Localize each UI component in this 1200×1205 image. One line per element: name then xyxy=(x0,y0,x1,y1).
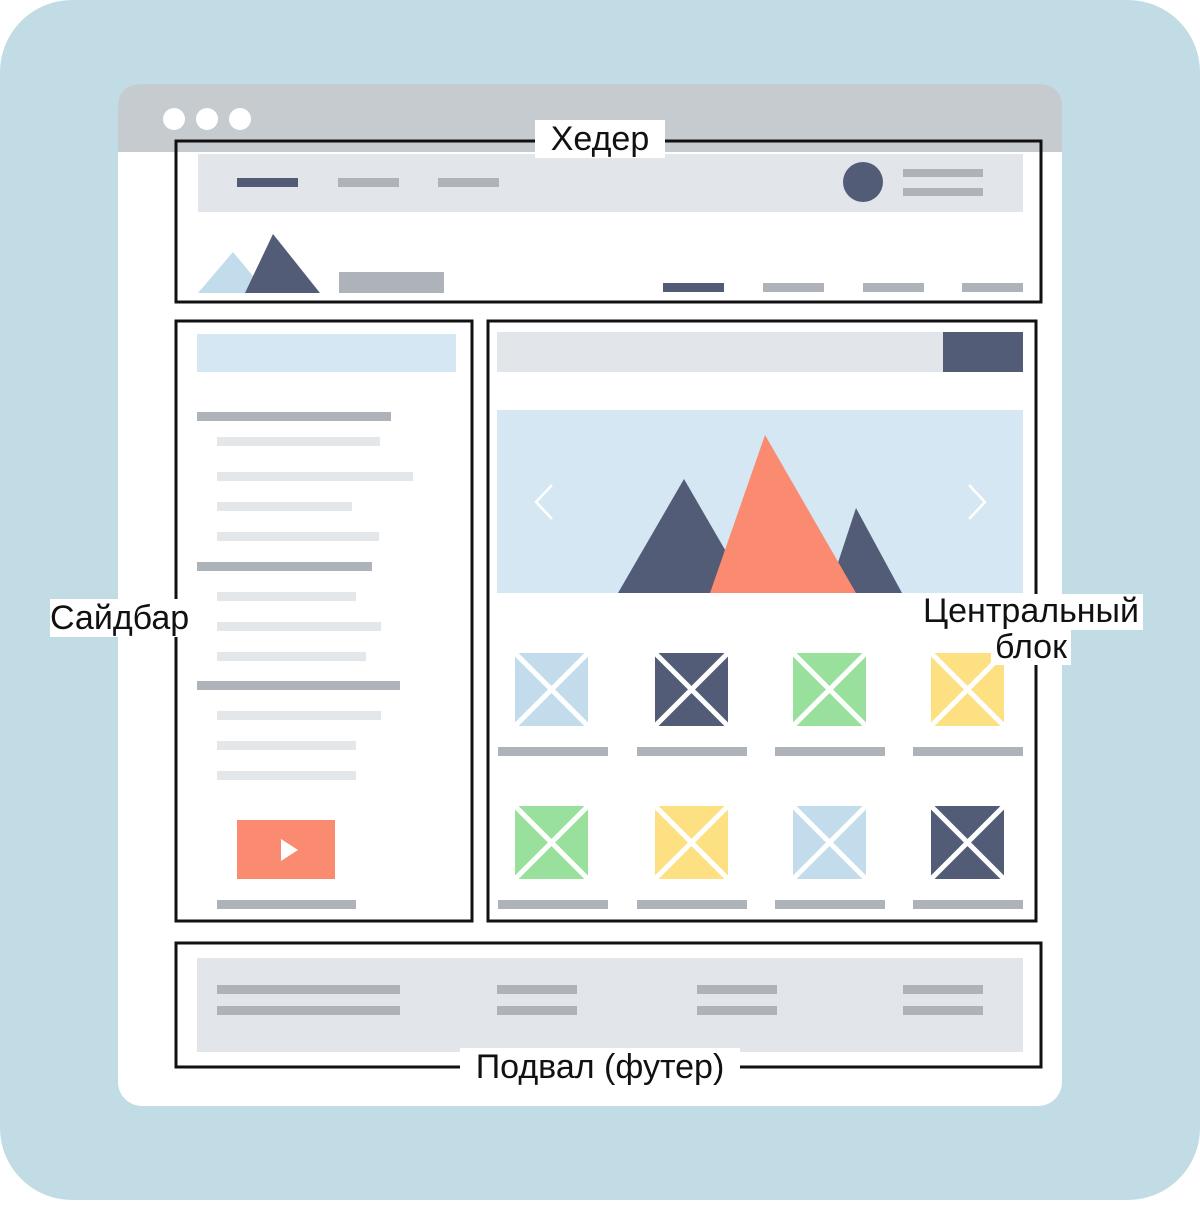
wireframe-illustration: Хедер Сайдбар Центральный блок Подвал (фу… xyxy=(0,0,1200,1200)
video-caption-line xyxy=(217,900,356,909)
main-search-button xyxy=(943,332,1023,372)
sidebar-link xyxy=(217,532,379,541)
top-nav-item xyxy=(237,178,298,187)
footer-link-line xyxy=(697,985,777,994)
sidebar-link xyxy=(217,622,381,631)
sidebar-link xyxy=(217,592,356,601)
thumbnail-caption xyxy=(775,747,885,756)
footer-link-line xyxy=(903,1006,983,1015)
thumbnail-caption xyxy=(637,747,747,756)
footer-region xyxy=(197,958,1023,1052)
sidebar-group-heading xyxy=(197,562,372,571)
user-name-line xyxy=(903,169,983,177)
sidebar-group-heading xyxy=(197,681,400,690)
thumbnail-caption xyxy=(498,900,608,909)
footer-label: Подвал (футер) xyxy=(0,1048,1200,1086)
top-nav-item xyxy=(438,178,499,187)
sidebar-search-bar xyxy=(197,334,456,372)
footer-link-line xyxy=(497,1006,577,1015)
footer-label-text: Подвал (футер) xyxy=(459,1048,741,1086)
main-search-bar xyxy=(497,332,943,372)
sidebar-link xyxy=(217,711,381,720)
thumbnail-caption xyxy=(498,747,608,756)
sidebar-link xyxy=(217,472,413,481)
menu-item xyxy=(962,283,1023,292)
main-label-line2: блок xyxy=(991,629,1071,666)
header-label: Хедер xyxy=(0,120,1200,158)
footer-link-line xyxy=(697,1006,777,1015)
header-label-text: Хедер xyxy=(534,120,666,158)
footer-link-line xyxy=(497,985,577,994)
top-nav-item xyxy=(338,178,399,187)
footer-link-line xyxy=(217,985,400,994)
sidebar-link xyxy=(217,502,352,511)
thumbnail-caption xyxy=(637,900,747,909)
user-meta-line xyxy=(903,188,983,196)
menu-item xyxy=(763,283,824,292)
footer-link-line xyxy=(903,985,983,994)
footer-panel xyxy=(197,958,1023,1052)
sidebar-label: Сайдбар xyxy=(50,599,190,637)
main-label-line1: Центральный xyxy=(919,593,1143,630)
main-label: Центральный блок xyxy=(900,593,1162,666)
thumbnail-caption xyxy=(913,900,1023,909)
site-title-bar xyxy=(339,272,444,293)
footer-link-line xyxy=(217,1006,400,1015)
sidebar-group-heading xyxy=(197,412,391,421)
sidebar-link xyxy=(217,652,366,661)
sidebar-link xyxy=(217,771,356,780)
top-bar xyxy=(198,154,1023,212)
thumbnail-caption xyxy=(775,900,885,909)
sidebar-link xyxy=(217,437,380,446)
menu-item xyxy=(663,283,724,292)
menu-item xyxy=(863,283,924,292)
sidebar-link xyxy=(217,741,356,750)
thumbnail-caption xyxy=(913,747,1023,756)
avatar-icon xyxy=(843,162,883,202)
